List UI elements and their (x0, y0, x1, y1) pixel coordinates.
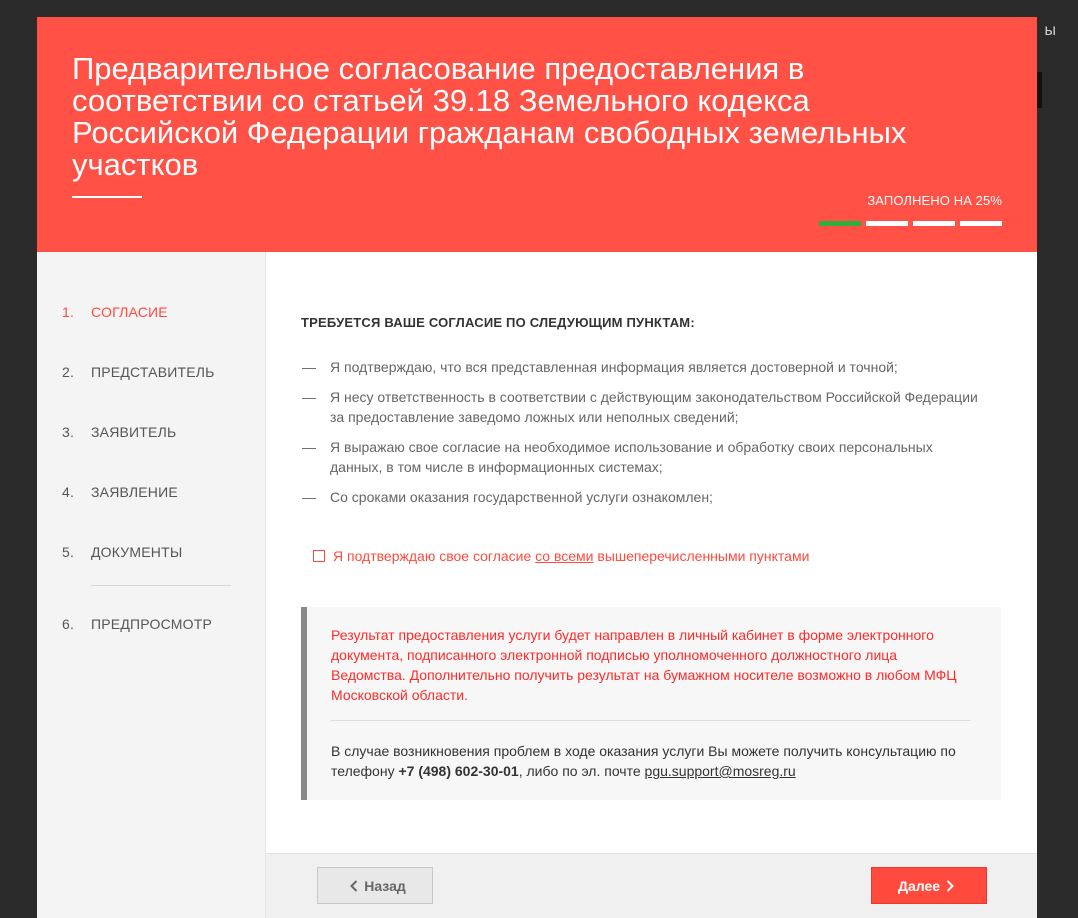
dash-marker: — (302, 359, 316, 375)
application-modal: Предварительное согласование предоставле… (37, 17, 1037, 918)
dash-marker: — (302, 389, 316, 405)
list-item-text: Я подтверждаю, что вся представленная ин… (330, 359, 898, 375)
help-info-text: В случае возникновения проблем в ходе ок… (331, 741, 971, 781)
sidebar-divider (91, 585, 231, 586)
consent-items-list: — Я подтверждаю, что вся представленная и… (302, 357, 982, 517)
step-number: 6. (62, 616, 75, 632)
list-item: — Я несу ответственность в соответствии с… (302, 387, 982, 427)
progress-segment-1 (819, 221, 861, 226)
steps-sidebar: 1. СОГЛАСИЕ 2. ПРЕДСТАВИТЕЛЬ 3. ЗАЯВИТЕЛ… (37, 252, 266, 918)
chevron-right-icon (946, 879, 954, 892)
sidebar-step-applicant[interactable]: 3. ЗАЯВИТЕЛЬ (62, 424, 176, 440)
sidebar-step-documents[interactable]: 5. ДОКУМЕНТЫ (62, 544, 182, 560)
consent-checkbox[interactable] (313, 550, 325, 562)
sidebar-step-preview[interactable]: 6. ПРЕДПРОСМОТР (62, 616, 212, 632)
step-label: ЗАЯВИТЕЛЬ (91, 424, 177, 440)
background-text-fragment: ы (1044, 22, 1057, 39)
progress-segment-4 (960, 221, 1002, 226)
sidebar-step-statement[interactable]: 4. ЗАЯВЛЕНИЕ (62, 484, 178, 500)
chevron-left-icon (350, 879, 358, 892)
list-item-text: Я несу ответственность в соответствии с … (330, 389, 978, 425)
progress-segment-2 (866, 221, 908, 226)
next-button-label: Далее (897, 877, 941, 894)
result-info-text: Результат предоставления услуги будет на… (331, 627, 957, 703)
help-text-middle: , либо по эл. почте (518, 763, 645, 779)
modal-footer: Назад Далее (266, 853, 1037, 918)
step-number: 4. (62, 484, 75, 500)
step-label: ПРЕДСТАВИТЕЛЬ (91, 364, 215, 380)
next-button[interactable]: Далее (871, 867, 987, 904)
page-title: Предварительное согласование предоставле… (72, 51, 907, 182)
step-label: СОГЛАСИЕ (91, 304, 168, 320)
step-number: 2. (62, 364, 75, 380)
list-item-text: Со сроками оказания государственной услу… (330, 489, 713, 505)
step-label: ДОКУМЕНТЫ (91, 544, 183, 560)
dash-marker: — (302, 489, 316, 505)
support-phone: +7 (498) 602-30-01 (398, 763, 519, 779)
consent-content: ТРЕБУЕТСЯ ВАШЕ СОГЛАСИЕ ПО СЛЕДУЮЩИМ ПУН… (266, 252, 1037, 853)
title-underline (72, 196, 142, 198)
progress-bar (819, 221, 1002, 226)
dash-marker: — (302, 439, 316, 455)
info-panel: Результат предоставления услуги будет на… (301, 607, 1001, 800)
consent-checkbox-row[interactable]: Я подтверждаю свое согласие со всеми выш… (313, 548, 809, 564)
back-button-label: Назад (364, 877, 406, 894)
progress-label: ЗАПОЛНЕНО НА 25% (867, 193, 1002, 208)
list-item: — Со сроками оказания государственной усл… (302, 487, 982, 507)
sidebar-step-representative[interactable]: 2. ПРЕДСТАВИТЕЛЬ (62, 364, 215, 380)
step-label: ЗАЯВЛЕНИЕ (91, 484, 178, 500)
list-item-text: Я выражаю свое согласие на необходимое и… (330, 439, 933, 475)
progress-segment-3 (913, 221, 955, 226)
consent-all-link[interactable]: со всеми (535, 548, 593, 564)
consent-label-end: вышеперечисленными пунктами (593, 548, 810, 564)
info-divider (331, 720, 971, 721)
step-number: 3. (62, 424, 75, 440)
back-button[interactable]: Назад (317, 867, 433, 904)
consent-heading: ТРЕБУЕТСЯ ВАШЕ СОГЛАСИЕ ПО СЛЕДУЮЩИМ ПУН… (301, 315, 695, 330)
consent-label-start: Я подтверждаю свое согласие (333, 548, 536, 564)
step-number: 1. (62, 304, 75, 320)
list-item: — Я выражаю свое согласие на необходимое … (302, 437, 982, 477)
support-email-link[interactable]: pgu.support@mosreg.ru (645, 763, 796, 779)
step-number: 5. (62, 544, 75, 560)
sidebar-step-consent[interactable]: 1. СОГЛАСИЕ (62, 304, 168, 320)
modal-header: Предварительное согласование предоставле… (37, 17, 1037, 252)
step-label: ПРЕДПРОСМОТР (91, 616, 212, 632)
list-item: — Я подтверждаю, что вся представленная и… (302, 357, 982, 377)
